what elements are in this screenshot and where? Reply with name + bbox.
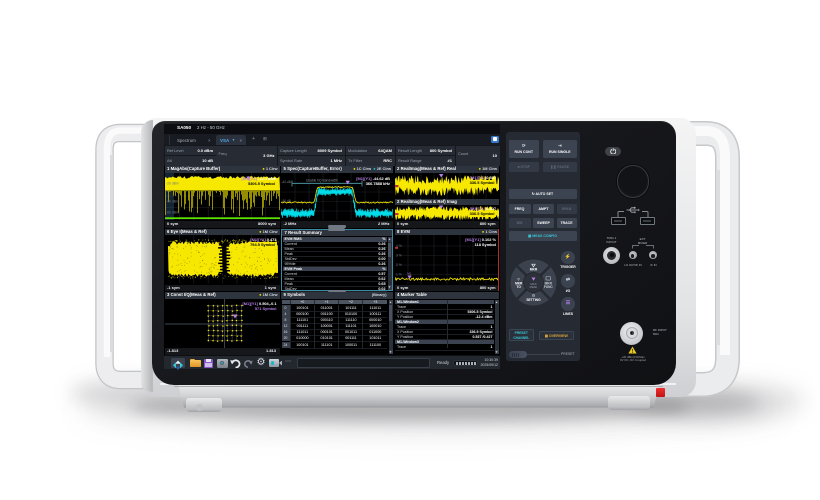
svg-text:FUNC: FUNC	[543, 285, 553, 289]
svg-text:PEAK: PEAK	[529, 285, 537, 289]
svg-text:MKR: MKR	[529, 267, 537, 271]
svg-text:-60 dBm: -60 dBm	[166, 210, 179, 214]
svg-text:Usable I/Q Bandwidth: Usable I/Q Bandwidth	[306, 178, 338, 182]
svg-text:M1: M1	[407, 272, 411, 276]
svg-text:3 %: 3 %	[396, 254, 402, 258]
svg-text:!: !	[632, 348, 634, 353]
svg-text:SETTING: SETTING	[526, 298, 541, 302]
svg-text:-40 dBm: -40 dBm	[166, 199, 179, 203]
svg-text:TO: TO	[516, 285, 521, 289]
svg-text:2 %: 2 %	[396, 263, 402, 267]
svg-text:-40 dB: -40 dB	[282, 180, 291, 184]
svg-text:1 %: 1 %	[396, 273, 402, 277]
svg-text:-20 dBm: -20 dBm	[166, 181, 179, 185]
